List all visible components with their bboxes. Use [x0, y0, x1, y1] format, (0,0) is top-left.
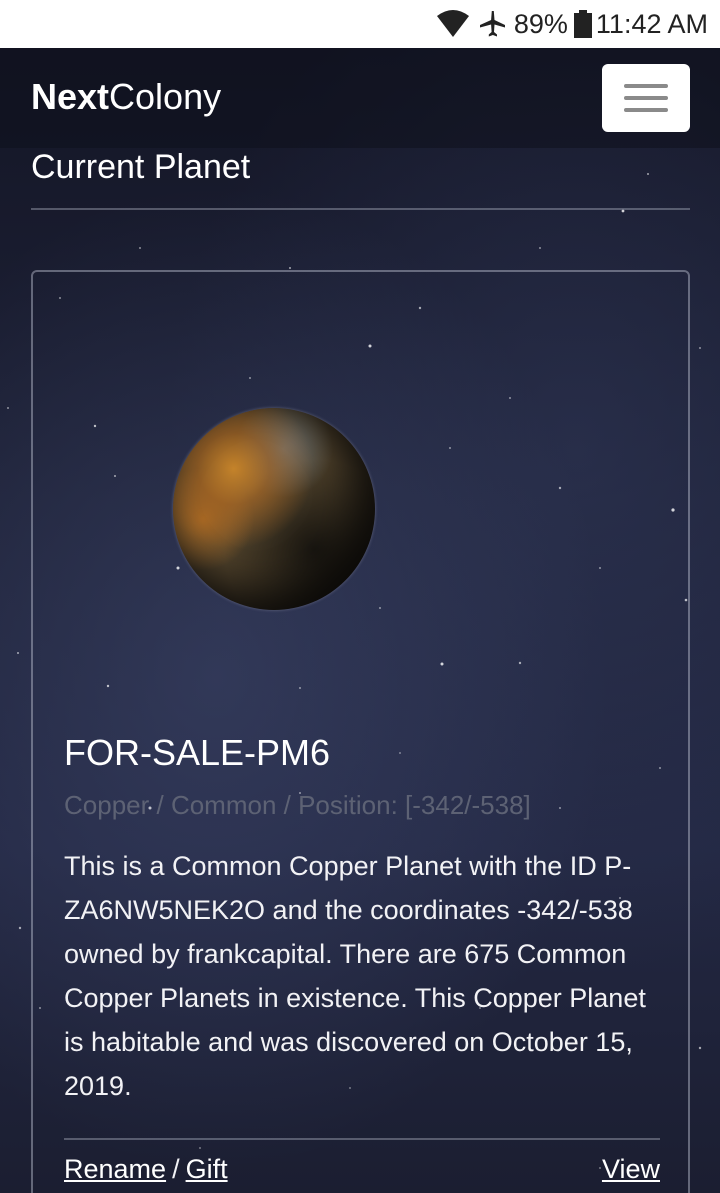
gift-link[interactable]: Gift	[186, 1154, 228, 1184]
card-actions: Rename / Gift View	[64, 1154, 660, 1185]
page-title: Current Planet	[31, 148, 251, 186]
planet-description: This is a Common Copper Planet with the …	[64, 851, 646, 1101]
view-link[interactable]: View	[602, 1154, 660, 1185]
clock: 11:42 AM	[595, 8, 708, 39]
brand-logo[interactable]: NextColony	[31, 76, 221, 118]
menu-toggle-button[interactable]	[602, 64, 690, 132]
status-bar: 89% 11:42 AM	[0, 0, 720, 48]
card-divider	[64, 1138, 660, 1140]
app-viewport: NextColony Current Planet FOR-SALE-PM6 C…	[0, 48, 720, 1193]
navbar: NextColony	[0, 48, 720, 148]
planet-meta: Copper / Common / Position: [-342/-538]	[64, 790, 531, 820]
planet-image	[173, 408, 375, 610]
brand-light-text: Colony	[109, 76, 222, 117]
battery-icon	[573, 10, 592, 38]
planet-card: FOR-SALE-PM6 Copper / Common / Position:…	[31, 270, 690, 1193]
action-separator: /	[172, 1154, 180, 1184]
planet-name: FOR-SALE-PM6	[64, 732, 331, 773]
rename-link[interactable]: Rename	[64, 1154, 166, 1184]
wifi-icon	[436, 10, 470, 38]
brand-bold-text: Next	[31, 76, 110, 117]
airplane-icon	[478, 10, 506, 38]
battery-percent: 89%	[513, 8, 568, 39]
title-divider	[31, 208, 690, 210]
